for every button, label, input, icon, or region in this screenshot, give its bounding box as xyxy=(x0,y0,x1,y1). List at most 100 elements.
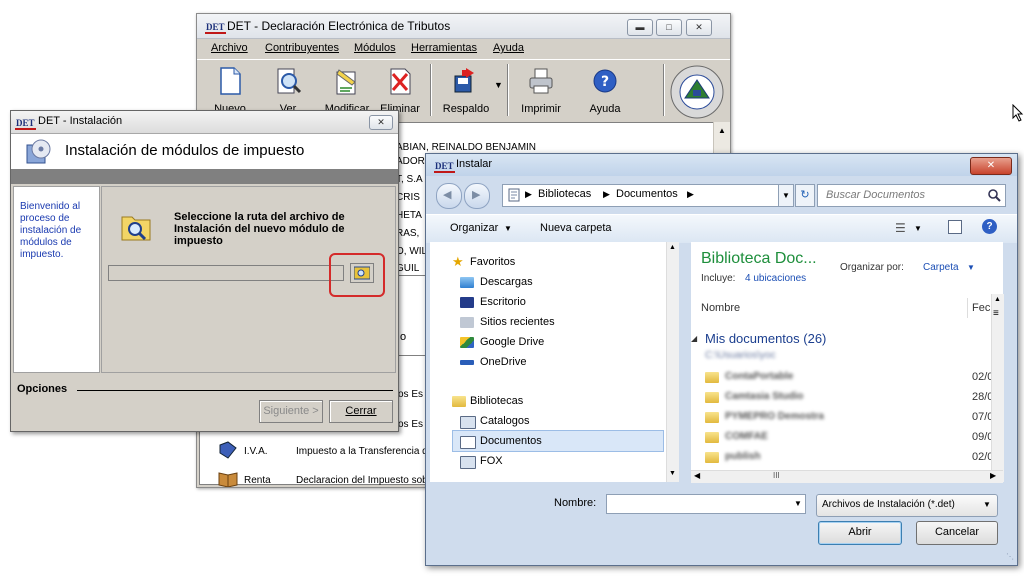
toolbar-nuevo-button[interactable]: Nuevo xyxy=(207,62,253,117)
help-icon: ? xyxy=(593,69,617,93)
menu-archivo[interactable]: Archivo xyxy=(211,42,248,54)
det-logo-icon: DET xyxy=(15,118,36,130)
filename-input[interactable] xyxy=(606,494,806,514)
nav-documentos[interactable]: Documentos xyxy=(480,435,542,447)
app-logo-icon: DET xyxy=(205,22,226,34)
back-button[interactable]: ◀ xyxy=(436,183,462,209)
file-name[interactable]: COMFAE xyxy=(725,431,768,442)
install-close-button[interactable]: ✕ xyxy=(369,115,393,130)
scroll-up-icon[interactable]: ▲ xyxy=(718,126,726,135)
respaldo-dropdown-icon[interactable]: ▼ xyxy=(494,80,503,90)
next-button[interactable]: Siguiente > xyxy=(259,400,323,423)
close-button[interactable]: ✕ xyxy=(686,19,712,36)
nav-fox[interactable]: FOX xyxy=(480,455,503,467)
open-titlebar[interactable]: DET Instalar ✕ xyxy=(426,154,1017,176)
minimize-button[interactable]: ▬ xyxy=(627,19,653,36)
group-collapse-icon[interactable]: ◢ xyxy=(691,334,697,343)
command-bar: Organizar ▼ Nueva carpeta ☰ ▼ ? xyxy=(426,214,1017,243)
toolbar-ayuda-button[interactable]: ? Ayuda xyxy=(583,62,627,117)
search-box[interactable]: Buscar Documentos xyxy=(817,184,1006,207)
scroll-thumb-icon[interactable]: ≡ xyxy=(993,308,999,319)
list-item[interactable]: ABIAN, REINALDO BENJAMIN xyxy=(396,142,536,153)
address-bar[interactable]: ▶ Bibliotecas ▶ Documentos ▶ xyxy=(502,184,793,207)
scroll-right-icon[interactable]: ▶ xyxy=(990,471,996,480)
install-options-pane: Seleccione la ruta del archivo de Instal… xyxy=(101,186,396,373)
scroll-up-icon[interactable]: ▲ xyxy=(994,296,1001,303)
menu-ayuda[interactable]: Ayuda xyxy=(493,42,524,54)
view-chevron-icon[interactable]: ▼ xyxy=(914,224,922,233)
toolbar-imprimir-button[interactable]: Imprimir xyxy=(515,62,567,117)
window-title: DET - Declaración Electrónica de Tributo… xyxy=(227,19,451,33)
nav-escritorio[interactable]: Escritorio xyxy=(480,296,526,308)
toolbar-ver-button[interactable]: Ver xyxy=(265,62,311,117)
list-item[interactable]: RAS, xyxy=(396,228,419,239)
open-button[interactable]: Abrir xyxy=(818,521,902,545)
list-item[interactable]: ADOR xyxy=(396,156,425,167)
module-code[interactable]: Renta xyxy=(244,475,271,486)
scroll-down-icon[interactable]: ▼ xyxy=(669,470,676,477)
resize-grip-icon[interactable]: ⋱ xyxy=(1006,552,1014,561)
nav-bibliotecas[interactable]: Bibliotecas xyxy=(470,395,523,407)
menu-herramientas[interactable]: Herramientas xyxy=(411,42,477,54)
content-scrollbar[interactable]: ▲ ≡ xyxy=(991,294,1004,482)
preview-pane-icon[interactable] xyxy=(948,220,962,234)
list-item[interactable]: T, S.A xyxy=(396,174,423,185)
view-document-icon xyxy=(277,68,302,94)
scroll-thumb-grip[interactable]: III xyxy=(773,471,780,480)
google-drive-icon xyxy=(460,337,474,348)
module-code[interactable]: I.V.A. xyxy=(244,446,268,457)
file-name[interactable]: publish xyxy=(725,451,761,462)
new-folder-button[interactable]: Nueva carpeta xyxy=(540,222,612,234)
group-header[interactable]: Mis documentos (26) xyxy=(705,331,826,346)
search-icon[interactable] xyxy=(987,188,1001,202)
filetype-select[interactable]: Archivos de Instalación (*.det) ▼ xyxy=(816,494,998,517)
menu-contribuyentes[interactable]: Contribuyentes xyxy=(265,42,339,54)
nav-descargas[interactable]: Descargas xyxy=(480,276,533,288)
module-row[interactable]: os Es xyxy=(398,419,423,430)
forward-button[interactable]: ▶ xyxy=(464,183,490,209)
address-dropdown-button[interactable]: ▼ xyxy=(778,184,794,207)
list-item[interactable]: CRIS xyxy=(396,192,420,203)
module-desc[interactable]: Declaracion del Impuesto sob xyxy=(296,475,428,486)
nav-favorites[interactable]: Favoritos xyxy=(470,256,515,268)
nav-onedrive[interactable]: OneDrive xyxy=(480,356,526,368)
filename-dropdown-icon[interactable]: ▼ xyxy=(794,499,802,508)
nav-scrollbar[interactable]: ▲ ▼ xyxy=(666,242,679,482)
module-desc[interactable]: Impuesto a la Transferencia d xyxy=(296,446,428,457)
refresh-button[interactable]: ↻ xyxy=(795,184,815,207)
organize-menu[interactable]: Organizar xyxy=(450,222,498,234)
toolbar-modificar-button[interactable]: Modificar xyxy=(319,62,375,117)
column-nombre[interactable]: Nombre xyxy=(701,302,740,314)
breadcrumb-sep-icon: ▶ xyxy=(603,189,610,199)
toolbar-respaldo-button[interactable]: Respaldo xyxy=(437,62,495,117)
cancel-button[interactable]: Cancelar xyxy=(916,521,998,545)
arrange-by-dropdown[interactable]: Carpeta xyxy=(923,262,959,273)
main-titlebar[interactable]: DET DET - Declaración Electrónica de Tri… xyxy=(197,14,730,39)
nav-sitios-recientes[interactable]: Sitios recientes xyxy=(480,316,555,328)
list-item[interactable]: HETA xyxy=(396,210,422,221)
module-row[interactable]: os Es xyxy=(398,389,423,400)
breadcrumb-bibliotecas[interactable]: Bibliotecas xyxy=(538,188,591,200)
breadcrumb-documentos[interactable]: Documentos xyxy=(616,188,678,200)
toolbar-eliminar-button[interactable]: Eliminar xyxy=(377,62,423,117)
file-name[interactable]: ContaPortable xyxy=(725,371,793,382)
help-icon[interactable]: ? xyxy=(982,219,997,234)
install-path-input[interactable] xyxy=(108,265,344,281)
list-item[interactable]: GUIL xyxy=(396,263,419,274)
horizontal-scrollbar[interactable]: ◀ III ▶ xyxy=(691,470,1003,483)
view-options-icon[interactable]: ☰ xyxy=(895,221,906,235)
folder-icon xyxy=(705,372,719,383)
scroll-up-icon[interactable]: ▲ xyxy=(669,244,676,251)
list-item[interactable]: O, WIL xyxy=(396,246,427,257)
menu-modulos[interactable]: Módulos xyxy=(354,42,396,54)
maximize-button[interactable]: □ xyxy=(656,19,682,36)
scroll-left-icon[interactable]: ◀ xyxy=(694,471,700,480)
nav-google-drive[interactable]: Google Drive xyxy=(480,336,544,348)
file-name[interactable]: Camtasia Studio xyxy=(725,391,803,402)
cerrar-button[interactable]: Cerrar xyxy=(329,400,393,423)
install-titlebar[interactable]: DET DET - Instalación ✕ xyxy=(11,111,398,134)
open-close-button[interactable]: ✕ xyxy=(970,157,1012,175)
nav-catalogos[interactable]: Catalogos xyxy=(480,415,530,427)
includes-link[interactable]: 4 ubicaciones xyxy=(745,273,806,284)
file-name[interactable]: PYMEPRO Demostra xyxy=(725,411,824,422)
